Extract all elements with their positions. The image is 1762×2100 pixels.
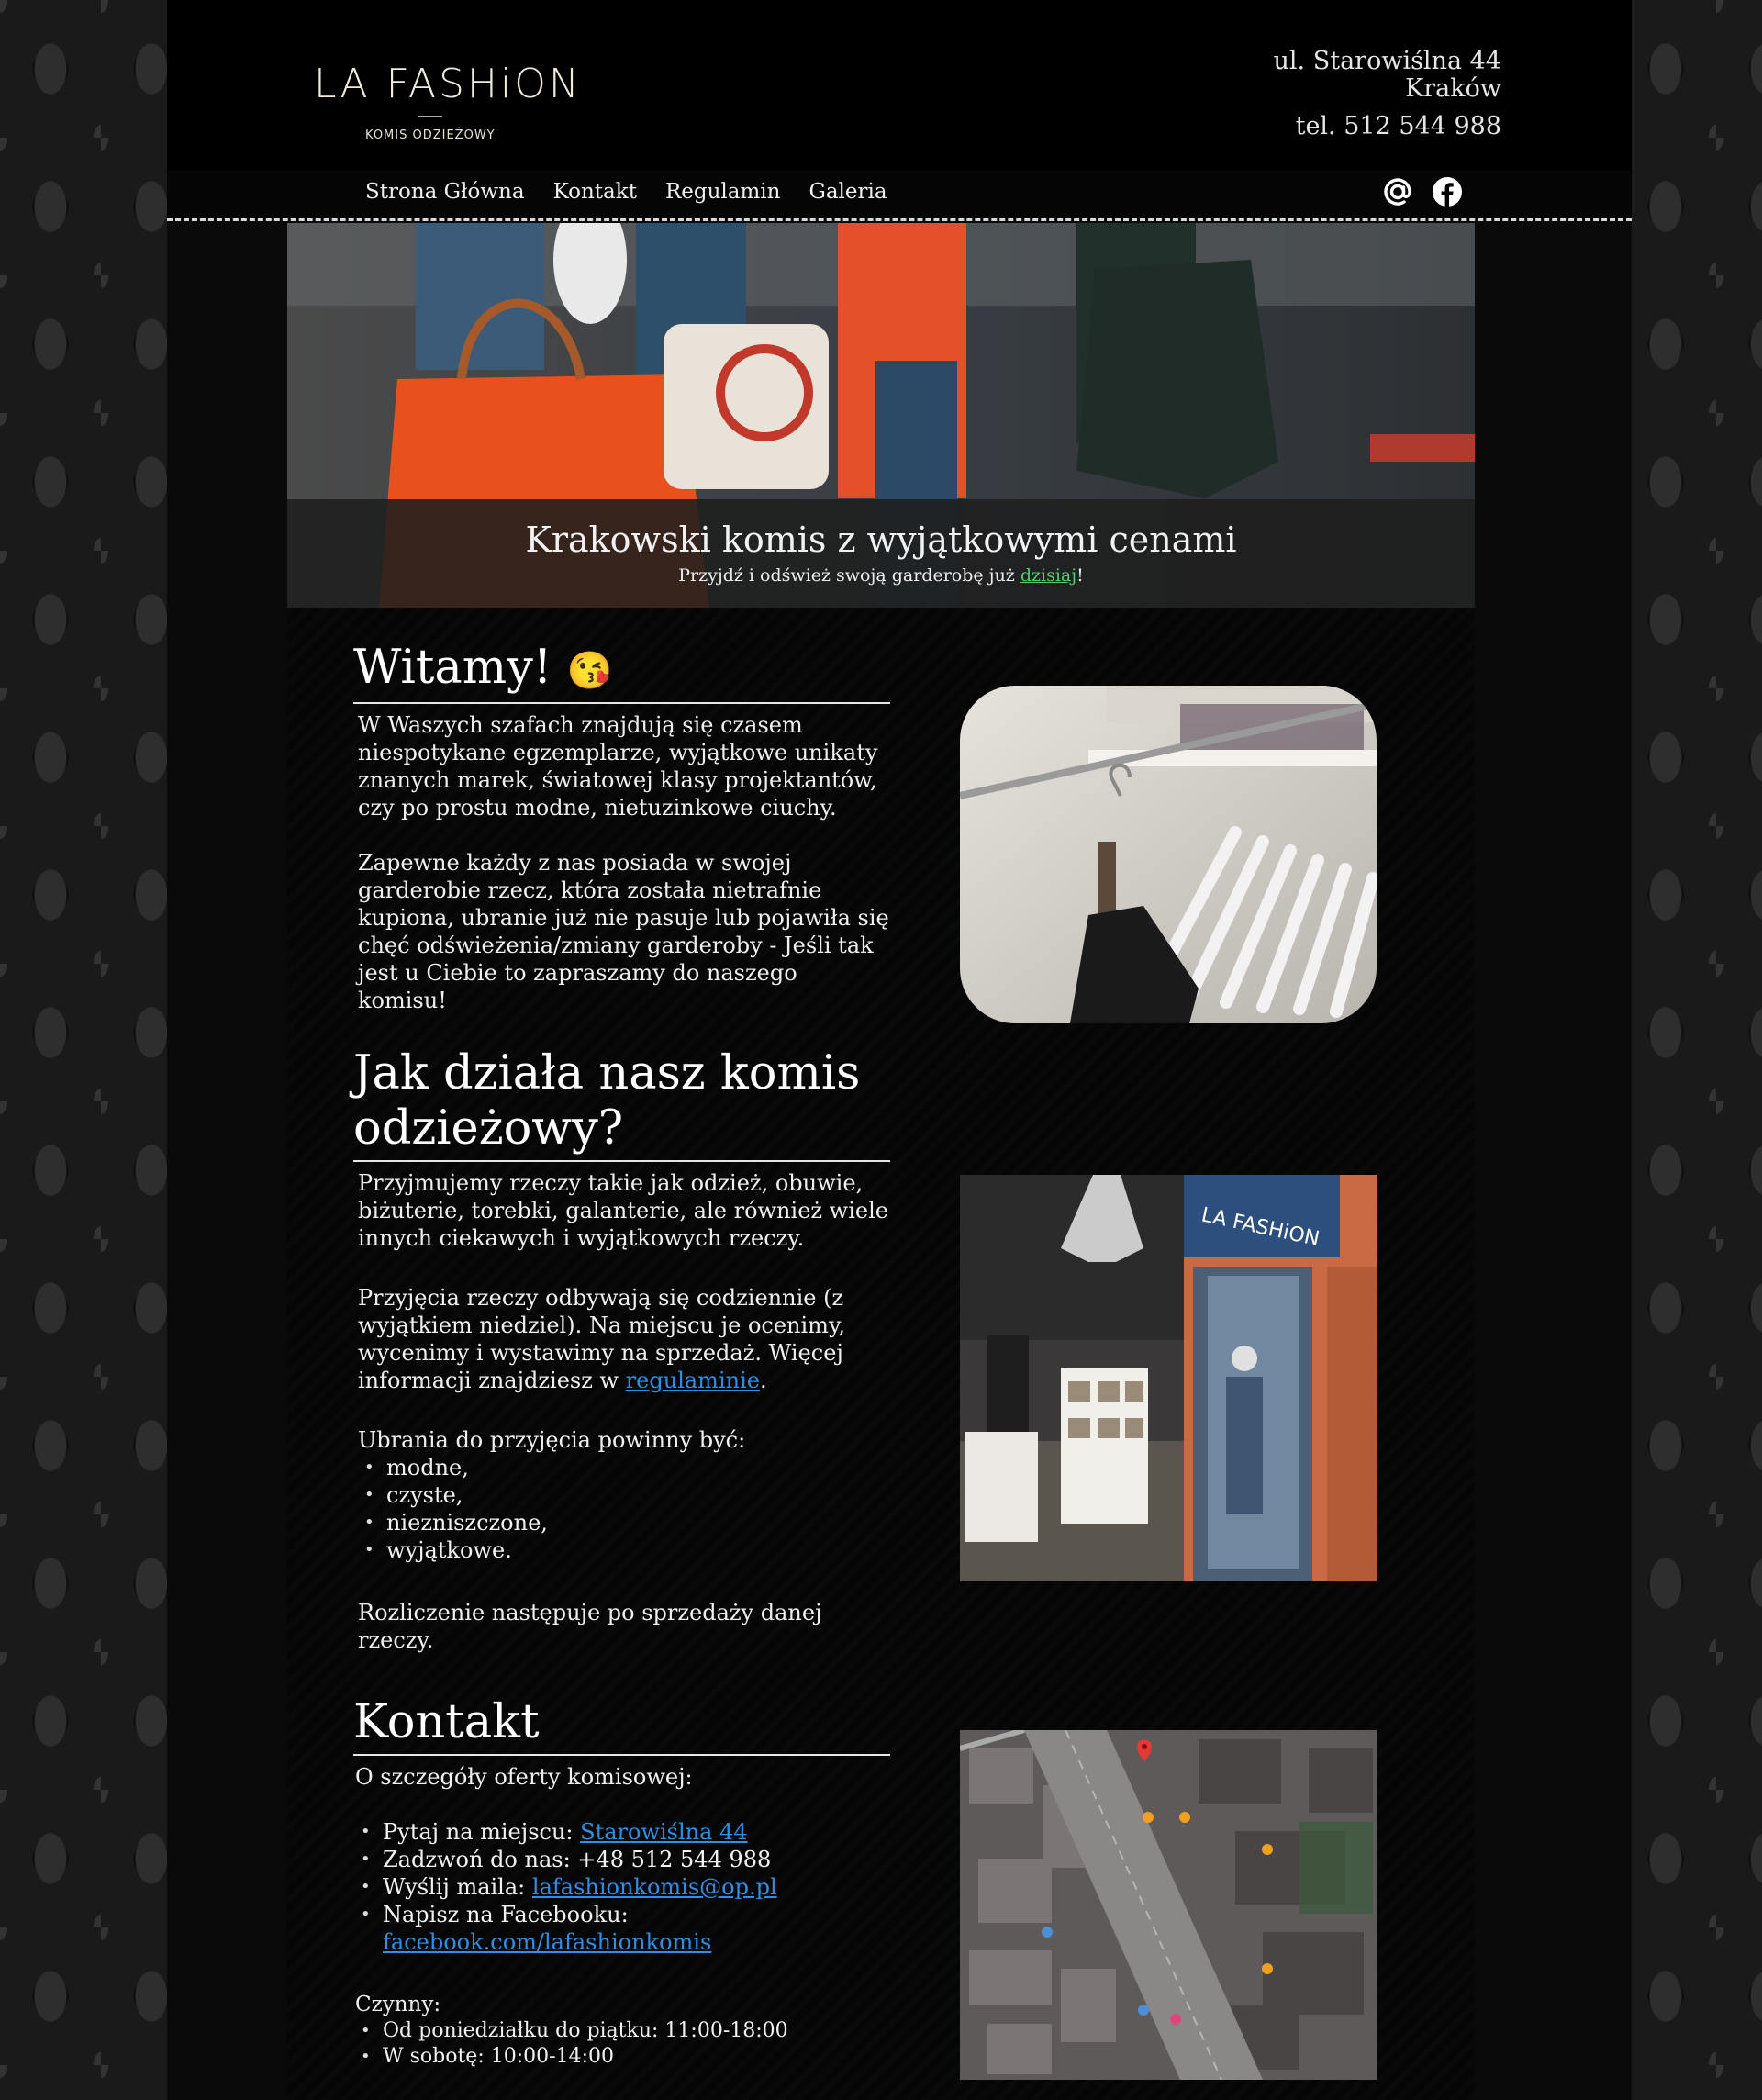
nav-item-contact[interactable]: Kontakt bbox=[553, 180, 637, 204]
how-heading: Jak działa nasz komis odzieżowy? bbox=[353, 1046, 861, 1156]
how-paragraph-2-text: Przyjęcia rzeczy odbywają się codziennie… bbox=[358, 1285, 845, 1393]
welcome-section: Witamy! 😘 W Waszych szafach znajdują się… bbox=[353, 641, 890, 1014]
nav-item-rules[interactable]: Regulamin bbox=[665, 180, 781, 204]
contact-section: Kontakt O szczegóły oferty komisowej: Py… bbox=[353, 1695, 890, 2070]
how-divider bbox=[353, 1160, 890, 1162]
welcome-paragraph-2: Zapewne każdy z nas posiada w swojej gar… bbox=[358, 850, 889, 1013]
kiss-emoji-icon: 😘 bbox=[566, 650, 613, 692]
address-city: Kraków bbox=[1405, 74, 1501, 103]
list-item: Zadzwoń do nas: +48 512 544 988 bbox=[361, 1846, 890, 1873]
hero-title: Krakowski komis z wyjątkowymi cenami bbox=[525, 519, 1237, 560]
hero-today-link[interactable]: dzisiaj bbox=[1020, 565, 1076, 586]
contact-divider bbox=[353, 1754, 890, 1756]
list-item: modne, bbox=[364, 1454, 890, 1481]
social-links bbox=[1382, 176, 1463, 207]
list-item: niezniszczone, bbox=[364, 1509, 890, 1536]
logo-tagline: KOMIS ODZIEŻOWY bbox=[365, 128, 496, 142]
list-item: Pytaj na miejscu: Starowiślna 44 bbox=[361, 1818, 890, 1846]
rules-link[interactable]: regulaminie bbox=[626, 1368, 760, 1393]
email-link[interactable]: lafashionkomis@op.pl bbox=[532, 1874, 777, 1900]
welcome-heading-text: Witamy! bbox=[353, 641, 552, 695]
contact-intro: O szczegóły oferty komisowej: bbox=[355, 1764, 693, 1790]
contact-item-label: Pytaj na miejscu: bbox=[383, 1819, 581, 1845]
hero-banner: Krakowski komis z wyjątkowymi cenami Prz… bbox=[287, 223, 1475, 608]
logo-wordmark: LA FASHiON bbox=[314, 61, 582, 107]
address-link[interactable]: Starowiślna 44 bbox=[580, 1819, 747, 1845]
hero-subtitle-end: ! bbox=[1076, 565, 1084, 586]
contact-list: Pytaj na miejscu: Starowiślna 44 Zadzwoń… bbox=[353, 1818, 890, 1956]
address-street: ul. Starowiślna 44 bbox=[1273, 47, 1501, 75]
welcome-divider bbox=[353, 702, 890, 704]
welcome-heading: Witamy! 😘 bbox=[353, 641, 890, 698]
list-item: W sobotę: 10:00-14:00 bbox=[361, 2044, 890, 2070]
contact-item-label: Napisz na Facebooku: bbox=[383, 1902, 629, 1927]
header-address: ul. Starowiślna 44 Kraków bbox=[1274, 48, 1501, 103]
list-item: Od poniedziałku do piątku: 11:00-18:00 bbox=[361, 2018, 890, 2044]
how-paragraph-3: Rozliczenie następuje po sprzedaży danej… bbox=[358, 1600, 822, 1653]
main-nav: Strona Główna Kontakt Regulamin Galeria bbox=[365, 180, 887, 204]
facebook-icon[interactable] bbox=[1432, 176, 1463, 207]
hours-list: Od poniedziałku do piątku: 11:00-18:00 W… bbox=[353, 2018, 890, 2070]
list-item: Napisz na Facebooku:facebook.com/lafashi… bbox=[361, 1901, 890, 1956]
how-paragraph-2-end: . bbox=[759, 1368, 767, 1393]
hero-caption: Krakowski komis z wyjątkowymi cenami Prz… bbox=[287, 499, 1475, 608]
at-icon[interactable] bbox=[1382, 176, 1413, 207]
header-phone: tel. 512 544 988 bbox=[1295, 112, 1501, 140]
shop-photo: LA FASHiON bbox=[960, 1175, 1377, 1581]
facebook-link[interactable]: facebook.com/lafashionkomis bbox=[383, 1929, 711, 1955]
location-map[interactable] bbox=[960, 1730, 1377, 2080]
contact-item-label: Wyślij maila: bbox=[383, 1874, 532, 1900]
acceptance-list: modne, czyste, niezniszczone, wyjątkowe. bbox=[353, 1454, 890, 1564]
closet-photo bbox=[960, 686, 1377, 1023]
site-logo[interactable]: LA FASHiON KOMIS ODZIEŻOWY bbox=[314, 61, 579, 152]
logo-divider bbox=[418, 116, 442, 117]
list-item: Wyślij maila: lafashionkomis@op.pl bbox=[361, 1873, 890, 1901]
contact-heading: Kontakt bbox=[353, 1695, 540, 1749]
hero-subtitle-text: Przyjdź i odśwież swoją garderobę już bbox=[678, 565, 1020, 586]
list-item: czyste, bbox=[364, 1481, 890, 1509]
how-paragraph-1: Przyjmujemy rzeczy takie jak odzież, obu… bbox=[358, 1170, 888, 1251]
hero-subtitle: Przyjdź i odśwież swoją garderobę już dz… bbox=[287, 565, 1475, 586]
list-item: wyjątkowe. bbox=[364, 1536, 890, 1564]
hours-label: Czynny: bbox=[355, 1993, 441, 2016]
welcome-paragraph-1: W Waszych szafach znajdują się czasem ni… bbox=[358, 712, 878, 821]
nav-item-gallery[interactable]: Galeria bbox=[809, 180, 887, 204]
how-it-works-section: Jak działa nasz komis odzieżowy? Przyjmu… bbox=[353, 1046, 890, 1654]
nav-item-home[interactable]: Strona Główna bbox=[365, 180, 525, 204]
how-paragraph-2: Przyjęcia rzeczy odbywają się codziennie… bbox=[358, 1284, 890, 1394]
how-list-intro: Ubrania do przyjęcia powinny być: bbox=[358, 1427, 746, 1453]
